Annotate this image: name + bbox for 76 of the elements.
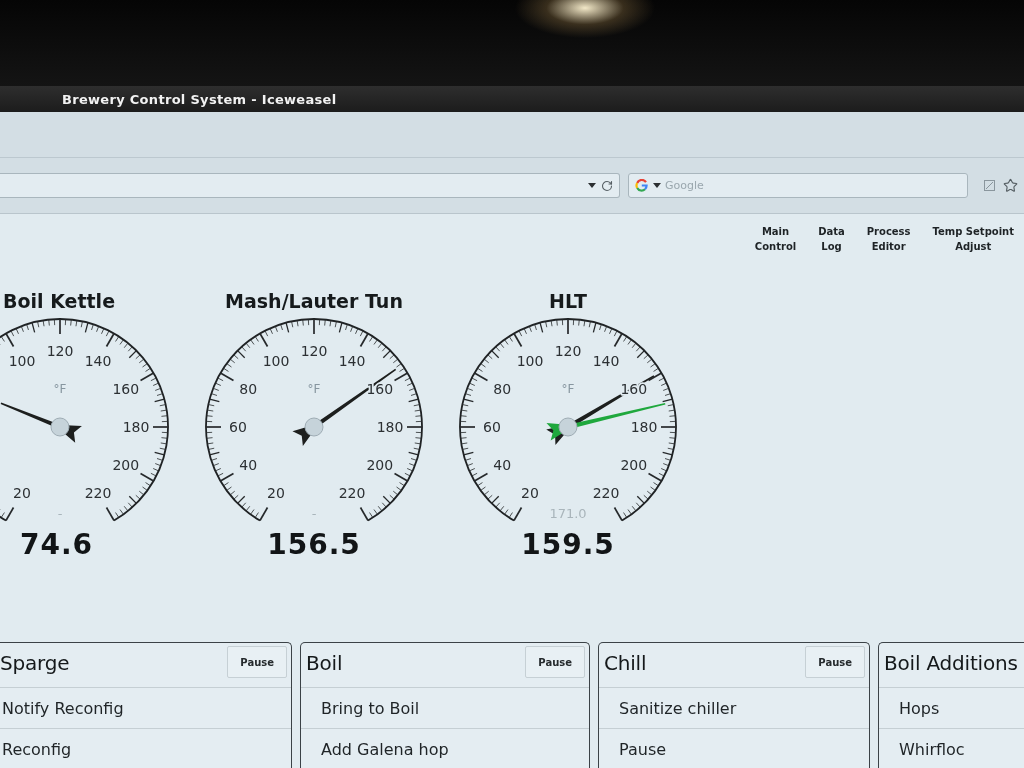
scale-label: 120	[46, 343, 74, 359]
unit-label: °F	[53, 382, 67, 396]
scale-label: 40	[239, 457, 258, 473]
scale-label: 220	[592, 484, 620, 501]
gauge-title: HLT	[549, 289, 587, 314]
panel-title: Sparge	[0, 650, 70, 675]
step-row[interactable]: Pause	[599, 728, 869, 768]
scale-label: 20	[267, 484, 285, 501]
unit-label: °F	[561, 382, 575, 396]
nav-link[interactable]: Data Log	[814, 224, 849, 254]
scale-label: 180	[122, 419, 150, 435]
unit-label: °F	[307, 382, 321, 396]
search-field[interactable]: Google	[628, 173, 968, 198]
scale-label: 20	[13, 484, 31, 501]
step-label: Notify Reconfig	[2, 698, 124, 718]
step-label: Reconfig	[2, 739, 72, 759]
scale-label: 80	[493, 381, 512, 397]
nav-link[interactable]: Main Control	[750, 224, 801, 254]
search-engine-icon[interactable]	[635, 179, 648, 192]
scale-label: 100	[8, 353, 36, 370]
step-label: Sanitize chiller	[619, 698, 737, 718]
scale-label: 180	[376, 419, 404, 435]
temperature-reading: 74.6	[20, 528, 94, 562]
scale-label: 140	[84, 353, 112, 370]
scale-label: 60	[483, 419, 501, 435]
scale-label: 40	[493, 457, 512, 473]
scale-label: 200	[366, 457, 394, 473]
star-icon[interactable]	[1003, 178, 1018, 193]
step-row[interactable]: Add Galena hop	[301, 728, 589, 768]
panel-title: Chill	[603, 650, 647, 675]
scale-label: 180	[630, 419, 658, 435]
setpoint-reading: 171.0	[549, 505, 587, 521]
panel-title: Boil Additions	[883, 650, 1018, 675]
scale-label: 140	[592, 353, 620, 370]
scale-label: 200	[620, 457, 648, 473]
step-row[interactable]: Notify Reconfig	[0, 687, 291, 728]
scale-label: 140	[338, 353, 366, 370]
pause-button[interactable]: Pause	[525, 646, 585, 678]
gauge-title: Boil Kettle	[2, 289, 115, 314]
scale-label: 120	[554, 343, 582, 359]
step-row[interactable]: Bring to Boil	[301, 687, 589, 728]
setpoint-reading: -	[57, 505, 63, 521]
scale-label: 160	[366, 381, 394, 397]
nav-link[interactable]: Process Editor	[862, 224, 915, 254]
scale-label: 160	[112, 381, 140, 397]
step-row[interactable]: Sanitize chiller	[599, 687, 869, 728]
dropdown-caret-icon[interactable]	[653, 183, 661, 188]
scale-label: 200	[112, 457, 140, 473]
scale-label: 220	[338, 484, 366, 501]
step-row[interactable]: Whirfloc	[879, 728, 1024, 768]
dropdown-caret-icon[interactable]	[588, 183, 596, 188]
step-row[interactable]: Hops	[879, 687, 1024, 728]
temperature-reading: 159.5	[521, 528, 615, 562]
address-field[interactable]	[0, 173, 620, 198]
step-row[interactable]: Reconfig	[0, 728, 291, 768]
reload-icon[interactable]	[601, 179, 613, 192]
step-label: Bring to Boil	[321, 698, 420, 718]
scale-label: 100	[262, 353, 290, 370]
panel-title: Boil	[305, 650, 343, 675]
scale-label: 220	[84, 484, 112, 501]
step-label: Hops	[899, 698, 940, 718]
pause-button[interactable]: Pause	[805, 646, 865, 678]
setpoint-reading: -	[311, 505, 317, 521]
scale-label: 120	[300, 343, 328, 359]
step-label: Add Galena hop	[321, 739, 449, 759]
pause-button[interactable]: Pause	[227, 646, 287, 678]
window-title: Brewery Control System - Iceweasel	[62, 91, 337, 107]
temperature-reading: 156.5	[267, 528, 361, 562]
nav-link[interactable]: Temp Setpoint Adjust	[928, 224, 1018, 254]
gauge-title: Mash/Lauter Tun	[225, 289, 403, 314]
step-label: Whirfloc	[899, 739, 965, 759]
scale-label: 100	[516, 353, 544, 370]
scale-label: 20	[521, 484, 539, 501]
scale-label: 60	[229, 419, 247, 435]
step-label: Pause	[619, 739, 667, 759]
scale-label: 80	[239, 381, 258, 397]
